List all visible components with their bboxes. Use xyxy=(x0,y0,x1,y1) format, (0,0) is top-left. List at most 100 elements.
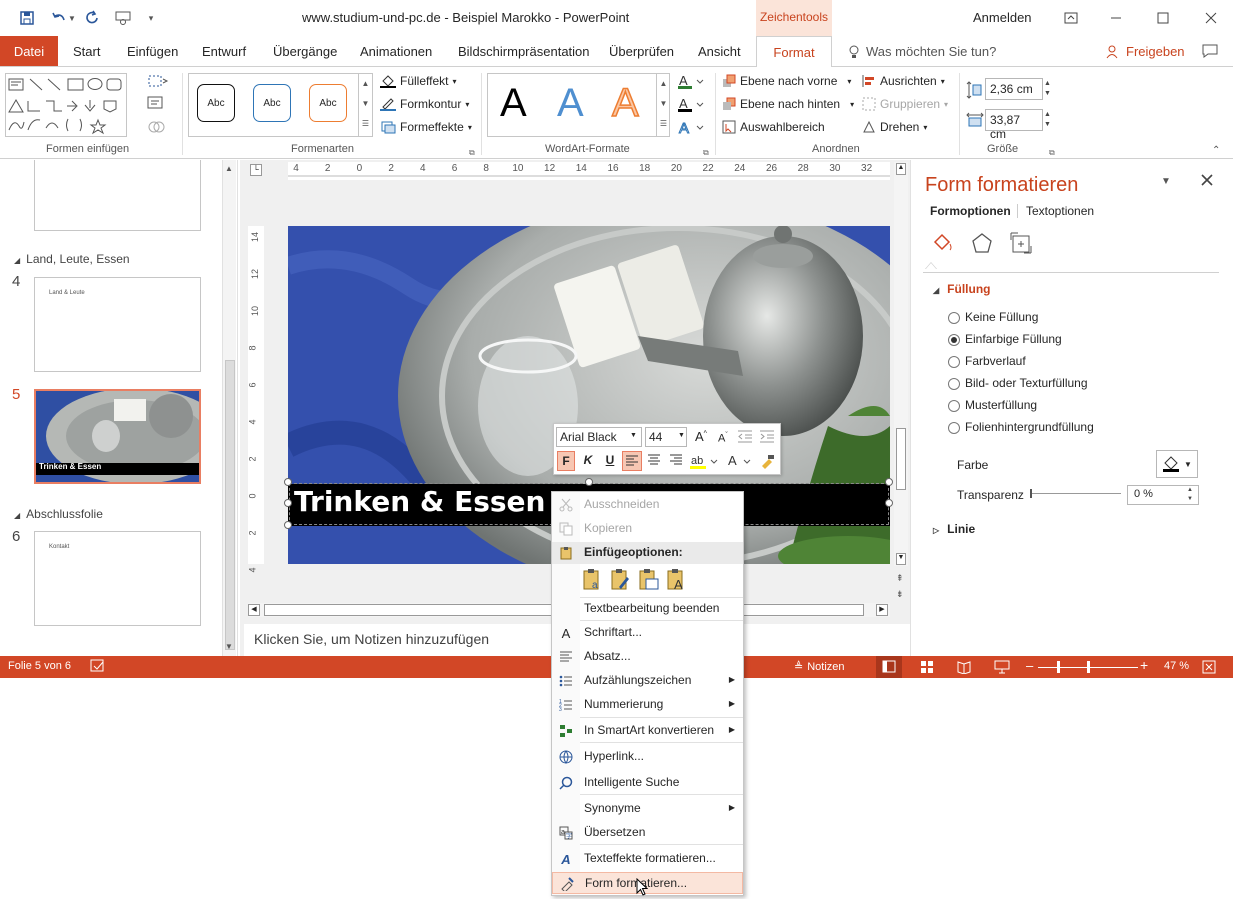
menu-item-smartart[interactable]: In SmartArt konvertieren ▶ xyxy=(552,720,743,742)
tab-review[interactable]: Überprüfen xyxy=(609,44,674,59)
menu-item-synonyms[interactable]: Synonyme ▶ xyxy=(552,798,743,820)
tab-text-options[interactable]: Textoptionen xyxy=(1026,204,1094,218)
size-dropdown-arrow[interactable]: ▼ xyxy=(678,432,685,439)
collapse-ribbon-icon[interactable]: ⌃ xyxy=(1212,145,1220,156)
menu-item-format-text-effects[interactable]: A Texteffekte formatieren... xyxy=(552,848,743,870)
paste-text-only-icon[interactable]: A xyxy=(666,567,688,591)
prev-next-slide-icons[interactable]: ⇞ ⇟ xyxy=(896,570,904,602)
underline-button[interactable]: U xyxy=(601,451,619,471)
align-button[interactable]: Ausrichten ▾ xyxy=(862,74,945,88)
zoom-slider-handle[interactable] xyxy=(1057,661,1060,673)
menu-item-copy[interactable]: Kopieren xyxy=(552,518,743,540)
bold-button[interactable]: F xyxy=(557,451,575,471)
signin-link[interactable]: Anmelden xyxy=(973,10,1032,25)
slide-title[interactable]: Trinken & Essen xyxy=(294,484,545,520)
decrease-indent-icon[interactable] xyxy=(737,429,753,446)
increase-indent-icon[interactable] xyxy=(759,429,775,446)
scrollbar-thumb[interactable] xyxy=(896,428,906,490)
wordart-style-blue[interactable]: A xyxy=(557,81,584,126)
shape-outline-button[interactable]: Formkontur ▾ xyxy=(380,97,469,111)
section-header-2[interactable]: ◢ Abschlussfolie xyxy=(14,507,103,521)
tab-format[interactable]: Format xyxy=(756,36,832,67)
send-backward-button[interactable]: Ebene nach hinten ▾ xyxy=(722,97,854,111)
zoom-out-icon[interactable]: – xyxy=(1026,658,1033,673)
section-line-header[interactable]: ▷ Linie xyxy=(933,522,975,536)
font-dropdown-arrow[interactable]: ▼ xyxy=(630,432,637,439)
close-window-icon[interactable] xyxy=(1196,8,1226,28)
ribbon-display-options-icon[interactable] xyxy=(1056,8,1086,28)
wordart-style-black[interactable]: A xyxy=(500,81,527,126)
wordart-dialog-launcher-icon[interactable]: ⧉ xyxy=(703,148,709,158)
fill-line-icon[interactable] xyxy=(931,232,955,257)
zoom-in-icon[interactable]: + xyxy=(1140,657,1148,673)
text-effects-icon[interactable]: A xyxy=(678,120,704,139)
radio-no-fill[interactable] xyxy=(948,312,960,324)
decrease-font-icon[interactable]: Aˇ xyxy=(718,432,728,445)
menu-item-cut[interactable]: Ausschneiden xyxy=(552,494,743,516)
notes-button[interactable]: ≜ Notizen xyxy=(794,660,845,674)
radio-gradient-fill[interactable] xyxy=(948,356,960,368)
height-input[interactable]: 2,36 cm xyxy=(985,78,1043,100)
slide-thumbnail-6[interactable]: Kontakt xyxy=(34,531,201,626)
slide-thumbnail-5[interactable]: Trinken & Essen xyxy=(33,388,202,485)
radio-background-fill[interactable] xyxy=(948,422,960,434)
menu-item-translate[interactable]: a字 Übersetzen xyxy=(552,822,743,844)
styles-dialog-launcher-icon[interactable]: ⧉ xyxy=(469,148,475,158)
menu-item-hyperlink[interactable]: Hyperlink... xyxy=(552,746,743,768)
thumbnail-scrollbar[interactable]: ▲ ▼ xyxy=(222,160,236,656)
tab-transitions[interactable]: Übergänge xyxy=(273,44,337,59)
shape-style-1[interactable]: Abc xyxy=(197,84,235,122)
transparency-slider-handle[interactable] xyxy=(1030,489,1032,498)
shape-fill-button[interactable]: Fülleffekt ▾ xyxy=(380,74,456,88)
slide-vertical-scrollbar[interactable]: ▲ ▼ xyxy=(894,162,908,566)
transparency-slider[interactable] xyxy=(1031,493,1121,494)
tab-insert[interactable]: Einfügen xyxy=(127,44,178,59)
slide-thumbnail-4[interactable]: Land & Leute xyxy=(34,277,201,372)
rotate-button[interactable]: Drehen ▾ xyxy=(862,120,927,134)
width-spinner[interactable]: ▲ ▼ xyxy=(1044,110,1051,130)
tab-start[interactable]: Start xyxy=(73,44,100,59)
spellcheck-icon[interactable] xyxy=(90,659,106,676)
section-fill-header[interactable]: ◢ Füllung xyxy=(933,282,990,296)
resize-handle[interactable] xyxy=(585,478,593,486)
tab-slideshow[interactable]: Bildschirmpräsentation xyxy=(458,44,590,59)
color-picker-button[interactable]: ▼ xyxy=(1156,450,1198,478)
highlight-button[interactable]: ab xyxy=(689,452,719,472)
paste-destination-theme-icon[interactable]: a xyxy=(582,567,604,591)
menu-item-smart-lookup[interactable]: Intelligente Suche xyxy=(552,772,743,794)
tab-animations[interactable]: Animationen xyxy=(360,44,432,59)
tab-design[interactable]: Entwurf xyxy=(202,44,246,59)
shape-style-3[interactable]: Abc xyxy=(309,84,347,122)
shape-effects-button[interactable]: Formeffekte ▾ xyxy=(380,120,472,134)
wordart-scroll[interactable]: ▲ ▼ ☰ xyxy=(656,74,670,136)
textbox-icon[interactable] xyxy=(147,96,165,113)
resize-handle[interactable] xyxy=(885,499,893,507)
menu-item-bullets[interactable]: Aufzählungszeichen ▶ xyxy=(552,670,743,692)
save-icon[interactable] xyxy=(16,8,38,28)
wordart-style-orange[interactable]: A xyxy=(611,80,639,126)
scrollbar-thumb[interactable] xyxy=(225,360,235,650)
menu-item-paragraph[interactable]: Absatz... xyxy=(552,646,743,668)
start-presentation-icon[interactable] xyxy=(112,8,134,28)
tell-me-box[interactable]: Was möchten Sie tun? xyxy=(848,44,996,59)
redo-icon[interactable] xyxy=(82,8,104,28)
resize-handle[interactable] xyxy=(885,478,893,486)
resize-handle[interactable] xyxy=(284,499,292,507)
radio-pattern-fill[interactable] xyxy=(948,400,960,412)
minimize-icon[interactable] xyxy=(1101,8,1131,28)
bring-forward-button[interactable]: Ebene nach vorne ▾ xyxy=(722,74,851,88)
align-left-button[interactable] xyxy=(622,451,642,471)
align-center-button[interactable] xyxy=(645,451,665,471)
text-fill-icon[interactable]: A xyxy=(678,73,704,93)
size-dialog-launcher-icon[interactable]: ⧉ xyxy=(1049,148,1055,158)
section-header-1[interactable]: ◢ Land, Leute, Essen xyxy=(14,252,130,266)
format-painter-icon[interactable] xyxy=(758,452,778,472)
shapes-gallery[interactable] xyxy=(5,73,127,137)
tab-stop-selector[interactable]: └ xyxy=(250,164,262,176)
height-spinner[interactable]: ▲ ▼ xyxy=(1044,79,1051,99)
tab-shape-options[interactable]: Formoptionen xyxy=(930,204,1011,218)
styles-scroll[interactable]: ▲ ▼ ☰ xyxy=(358,74,372,136)
undo-dropdown-icon[interactable]: ▼ xyxy=(66,8,78,28)
slideshow-view-icon[interactable] xyxy=(994,660,1010,677)
resize-handle[interactable] xyxy=(284,478,292,486)
